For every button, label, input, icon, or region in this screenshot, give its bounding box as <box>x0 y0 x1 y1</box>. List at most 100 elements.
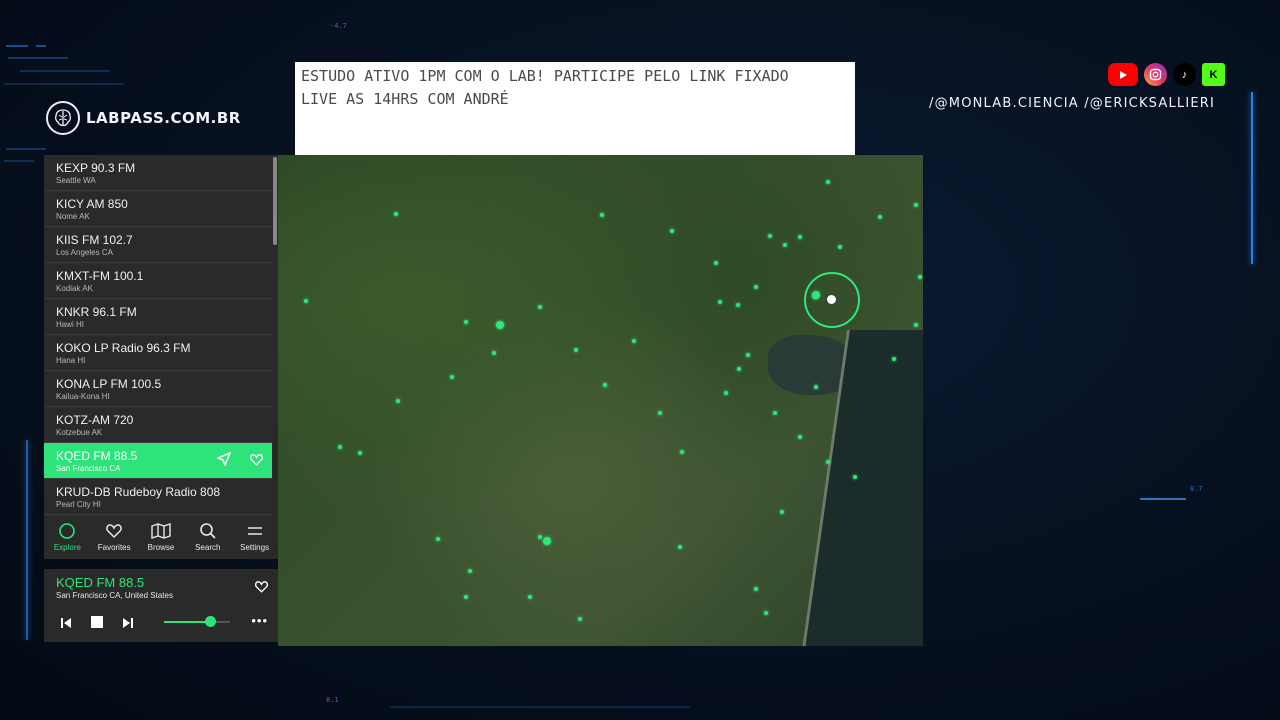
heart-icon <box>254 581 269 593</box>
stop-icon <box>91 616 103 628</box>
station-location: Pearl City HI <box>56 500 101 509</box>
station-item[interactable]: KOTZ-AM 720 Kotzebue AK <box>44 407 272 443</box>
list-scrollbar[interactable] <box>273 157 277 245</box>
station-marker[interactable] <box>826 180 830 184</box>
playback-controls <box>60 615 134 634</box>
station-marker[interactable] <box>714 261 718 265</box>
station-marker[interactable] <box>826 460 830 464</box>
station-marker[interactable] <box>768 234 772 238</box>
nav-settings[interactable]: Settings <box>232 522 278 559</box>
heart-icon <box>106 524 122 539</box>
station-marker[interactable] <box>783 243 787 247</box>
more-options-button[interactable]: ••• <box>251 613 268 628</box>
volume-knob[interactable] <box>205 616 217 627</box>
favorite-button[interactable] <box>254 579 269 598</box>
station-marker[interactable] <box>798 235 802 239</box>
station-marker[interactable] <box>680 450 684 454</box>
station-marker[interactable] <box>496 321 504 329</box>
station-marker[interactable] <box>914 203 918 207</box>
station-marker[interactable] <box>670 229 674 233</box>
station-marker[interactable] <box>914 323 918 327</box>
social-icons: ♪ K <box>1108 63 1225 86</box>
station-marker[interactable] <box>464 320 468 324</box>
station-marker[interactable] <box>812 291 820 299</box>
map-icon <box>151 523 171 539</box>
station-marker[interactable] <box>737 367 741 371</box>
heart-icon <box>249 454 264 466</box>
station-marker[interactable] <box>578 617 582 621</box>
station-marker[interactable] <box>358 451 362 455</box>
station-marker[interactable] <box>468 569 472 573</box>
hud-decoration: -4.7 <box>330 22 347 30</box>
bottom-nav: Explore Favorites Browse Search Settings <box>44 515 278 559</box>
station-item[interactable]: KOKO LP Radio 96.3 FM Hana HI <box>44 335 272 371</box>
nav-favorites-label: Favorites <box>97 543 131 552</box>
previous-button[interactable] <box>60 616 72 634</box>
station-marker[interactable] <box>764 611 768 615</box>
station-marker[interactable] <box>878 215 882 219</box>
ticker-line-2: LIVE AS 14HRS COM ANDRÉ <box>301 90 509 108</box>
station-item[interactable]: KMXT-FM 100.1 Kodiak AK <box>44 263 272 299</box>
stop-button[interactable] <box>90 615 104 634</box>
station-marker[interactable] <box>780 510 784 514</box>
station-marker[interactable] <box>754 285 758 289</box>
station-marker[interactable] <box>814 385 818 389</box>
selected-station-marker[interactable] <box>827 295 836 304</box>
station-marker[interactable] <box>538 305 542 309</box>
station-marker[interactable] <box>754 587 758 591</box>
station-marker[interactable] <box>338 445 342 449</box>
volume-slider[interactable] <box>164 616 230 627</box>
station-marker[interactable] <box>464 595 468 599</box>
nav-browse[interactable]: Browse <box>138 522 184 559</box>
station-marker[interactable] <box>773 411 777 415</box>
next-button[interactable] <box>122 616 134 634</box>
station-marker[interactable] <box>853 475 857 479</box>
station-marker[interactable] <box>718 300 722 304</box>
station-item[interactable]: KEXP 90.3 FM Seattle WA <box>44 155 272 191</box>
station-marker[interactable] <box>892 357 896 361</box>
station-marker[interactable] <box>838 245 842 249</box>
station-item[interactable]: KQED FM 88.5 San Francisco CA <box>44 443 272 479</box>
station-marker[interactable] <box>492 351 496 355</box>
nav-explore[interactable]: Explore <box>44 522 90 559</box>
station-marker[interactable] <box>304 299 308 303</box>
nav-search[interactable]: Search <box>185 522 231 559</box>
station-marker[interactable] <box>798 435 802 439</box>
station-marker[interactable] <box>574 348 578 352</box>
station-list[interactable]: KEXP 90.3 FM Seattle WA KICY AM 850 Nome AK… <box>44 155 272 515</box>
station-marker[interactable] <box>724 391 728 395</box>
station-item[interactable]: KRUD-DB Rudeboy Radio 808 Pearl City HI <box>44 479 272 515</box>
station-marker[interactable] <box>600 213 604 217</box>
station-marker[interactable] <box>678 545 682 549</box>
social-handles: /@MONLAB.CIENCIA /@ERICKSALLIERI <box>929 96 1216 111</box>
station-item[interactable]: KNKR 96.1 FM Hawi HI <box>44 299 272 335</box>
station-marker[interactable] <box>394 212 398 216</box>
map-view[interactable] <box>278 155 923 646</box>
station-marker[interactable] <box>538 535 542 539</box>
station-marker[interactable] <box>746 353 750 357</box>
locate-button[interactable] <box>216 451 232 471</box>
nav-favorites[interactable]: Favorites <box>91 522 137 559</box>
station-item[interactable]: KICY AM 850 Nome AK <box>44 191 272 227</box>
station-marker[interactable] <box>918 275 922 279</box>
hud-decoration <box>20 70 110 72</box>
brand-name: LABPASS.COM.BR <box>86 109 241 127</box>
nav-explore-label: Explore <box>53 543 81 552</box>
station-name: KNKR 96.1 FM <box>56 305 137 319</box>
station-favorite-button[interactable] <box>249 452 264 471</box>
station-item[interactable]: KIIS FM 102.7 Los Angeles CA <box>44 227 272 263</box>
station-marker[interactable] <box>436 537 440 541</box>
station-item[interactable]: KONA LP FM 100.5 Kailua-Kona HI <box>44 371 272 407</box>
station-marker[interactable] <box>736 303 740 307</box>
station-marker[interactable] <box>450 375 454 379</box>
station-marker[interactable] <box>396 399 400 403</box>
now-playing-bar: KQED FM 88.5 San Francisco CA, United St… <box>44 569 278 642</box>
station-marker[interactable] <box>658 411 662 415</box>
station-marker[interactable] <box>528 595 532 599</box>
station-marker[interactable] <box>543 537 551 545</box>
station-name: KOKO LP Radio 96.3 FM <box>56 341 191 355</box>
station-marker[interactable] <box>632 339 636 343</box>
now-playing-station[interactable]: KQED FM 88.5 <box>56 575 144 590</box>
station-marker[interactable] <box>603 383 607 387</box>
station-location: Hawi HI <box>56 320 85 329</box>
